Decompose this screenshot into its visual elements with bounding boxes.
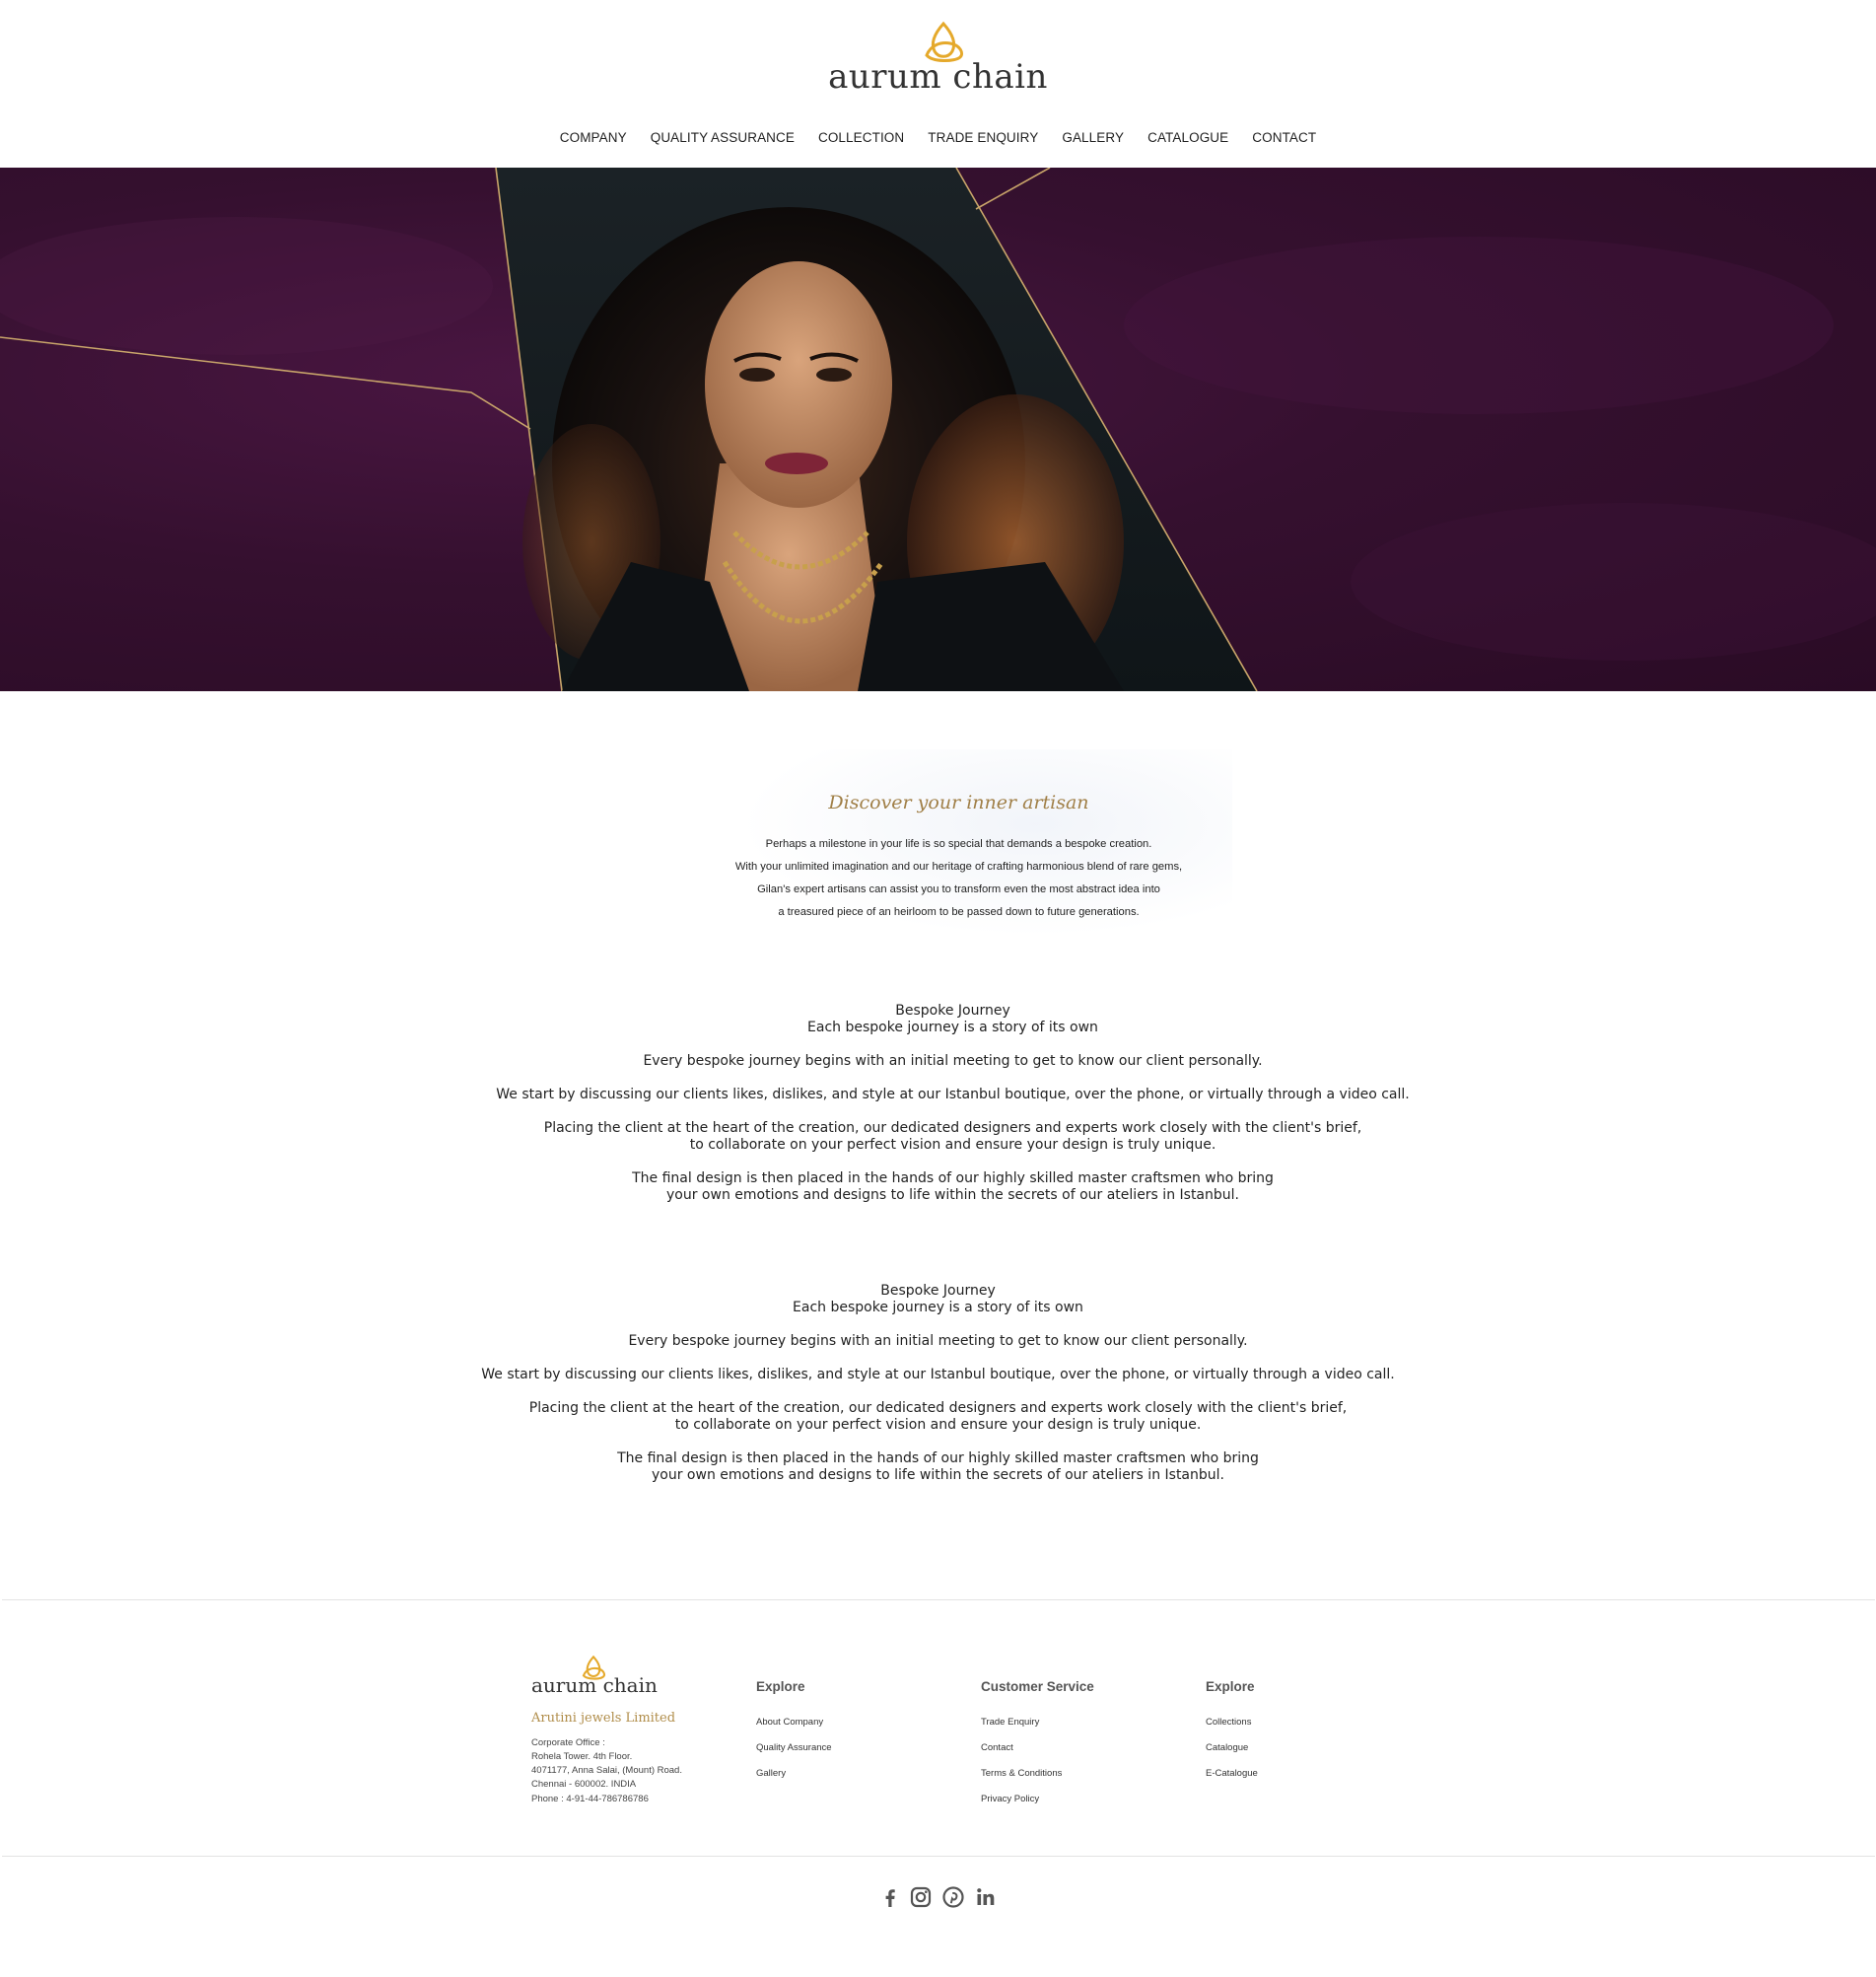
main-nav: COMPANY QUALITY ASSURANCE COLLECTION TRA… xyxy=(0,130,1876,145)
nav-collection[interactable]: COLLECTION xyxy=(806,130,916,145)
bespoke-subtitle: Each bespoke journey is a story of its o… xyxy=(793,1300,1083,1315)
footer-address-line: 4071177, Anna Salai, (Mount) Road. xyxy=(531,1765,682,1776)
nav-quality-assurance[interactable]: QUALITY ASSURANCE xyxy=(639,130,806,145)
footer-link-quality-assurance[interactable]: Quality Assurance xyxy=(756,1742,832,1753)
footer-company-name: Arutini jewels Limited xyxy=(531,1711,676,1726)
footer-address-line: Rohela Tower. 4th Floor. xyxy=(531,1751,633,1762)
intro-line: Gilan's expert artisans can assist you t… xyxy=(757,883,1160,895)
footer-col2-heading: Customer Service xyxy=(981,1679,1094,1694)
bespoke-paragraph: We start by discussing our clients likes… xyxy=(481,1367,1395,1382)
footer-bottom-divider xyxy=(2,1856,1875,1857)
footer-link-about-company[interactable]: About Company xyxy=(756,1717,823,1728)
bespoke-section: Bespoke Journey Each bespoke journey is … xyxy=(15,1003,1876,1204)
hero-graphic xyxy=(0,168,1876,691)
intro-line: Perhaps a milestone in your life is so s… xyxy=(765,838,1152,850)
bespoke-paragraph: Every bespoke journey begins with an ini… xyxy=(628,1333,1248,1349)
footer-col3-heading: Explore xyxy=(1206,1679,1255,1694)
footer-address-line: Corporate Office : xyxy=(531,1737,605,1748)
linkedin-icon[interactable] xyxy=(974,1885,998,1909)
facebook-icon[interactable] xyxy=(878,1885,902,1909)
bespoke-paragraph: The final design is then placed in the h… xyxy=(632,1170,1274,1186)
bespoke-paragraph: to collaborate on your perfect vision an… xyxy=(674,1417,1202,1433)
intro-title: Discover your inner artisan xyxy=(828,792,1089,813)
footer-link-e-catalogue[interactable]: E-Catalogue xyxy=(1206,1768,1258,1779)
footer-link-collections[interactable]: Collections xyxy=(1206,1717,1251,1728)
nav-catalogue[interactable]: CATALOGUE xyxy=(1136,130,1240,145)
pinterest-icon[interactable] xyxy=(941,1885,965,1909)
bespoke-paragraph: Placing the client at the heart of the c… xyxy=(543,1120,1362,1136)
bespoke-paragraph: your own emotions and designs to life wi… xyxy=(666,1187,1239,1203)
footer-link-trade-enquiry[interactable]: Trade Enquiry xyxy=(981,1717,1039,1728)
footer-link-privacy[interactable]: Privacy Policy xyxy=(981,1794,1039,1804)
footer-phone: Phone : 4-91-44-786786786 xyxy=(531,1794,649,1804)
footer-brand-text[interactable]: aurum chain xyxy=(531,1673,658,1697)
bespoke-paragraph: We start by discussing our clients likes… xyxy=(496,1087,1410,1102)
footer-link-gallery[interactable]: Gallery xyxy=(756,1768,786,1779)
bespoke-section: Bespoke Journey Each bespoke journey is … xyxy=(0,1283,1876,1484)
instagram-icon[interactable] xyxy=(909,1885,933,1909)
hero-banner xyxy=(0,168,1876,691)
bespoke-paragraph: The final design is then placed in the h… xyxy=(617,1450,1259,1466)
intro-line: a treasured piece of an heirloom to be p… xyxy=(778,906,1140,918)
nav-trade-enquiry[interactable]: TRADE ENQUIRY xyxy=(916,130,1050,145)
footer-divider xyxy=(2,1599,1875,1600)
bespoke-subtitle: Each bespoke journey is a story of its o… xyxy=(807,1020,1098,1035)
bespoke-paragraph: your own emotions and designs to life wi… xyxy=(652,1467,1224,1483)
footer-address-line: Chennai - 600002. INDIA xyxy=(531,1779,637,1790)
bespoke-paragraph: Placing the client at the heart of the c… xyxy=(528,1400,1348,1416)
bespoke-paragraph: to collaborate on your perfect vision an… xyxy=(689,1137,1216,1153)
footer-link-catalogue[interactable]: Catalogue xyxy=(1206,1742,1248,1753)
footer-col1-heading: Explore xyxy=(756,1679,805,1694)
brand-logo-text[interactable]: aurum chain xyxy=(0,57,1876,97)
nav-company[interactable]: COMPANY xyxy=(548,130,639,145)
nav-gallery[interactable]: GALLERY xyxy=(1050,130,1136,145)
intro-line: With your unlimited imagination and our … xyxy=(734,861,1183,873)
footer-link-contact[interactable]: Contact xyxy=(981,1742,1013,1753)
bespoke-paragraph: Every bespoke journey begins with an ini… xyxy=(643,1053,1263,1069)
bespoke-title: Bespoke Journey xyxy=(880,1283,996,1299)
bespoke-title: Bespoke Journey xyxy=(895,1003,1010,1019)
nav-contact[interactable]: CONTACT xyxy=(1240,130,1328,145)
footer-link-terms[interactable]: Terms & Conditions xyxy=(981,1768,1062,1779)
